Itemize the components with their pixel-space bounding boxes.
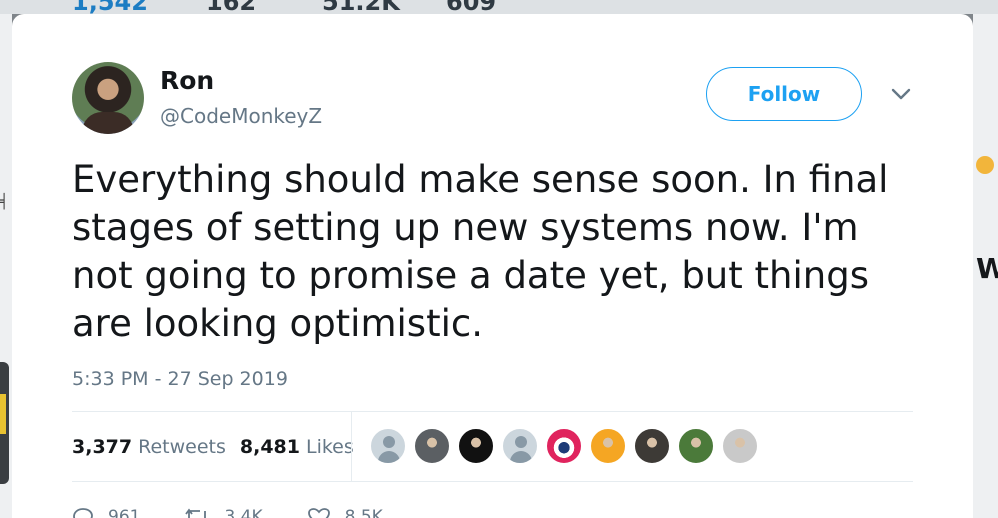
like-count: 8.5K [344,507,383,518]
stats-separator [351,412,352,481]
tweet-actions: 961 3.4K 8.5K [72,502,427,518]
liker-avatar-2[interactable] [413,427,451,465]
background-stat-likes: 609 [446,0,497,14]
background-stats-strip: 1,542 162 51.2K 609 [0,0,998,14]
divider-bottom [72,481,913,482]
retweet-icon [185,508,207,518]
author-name[interactable]: Ron [160,66,214,95]
likes-count: 8,481 [239,436,300,458]
background-left-glyph: ╡ [0,194,9,210]
retweet-count: 3.4K [224,507,263,518]
author-handle[interactable]: @CodeMonkeyZ [160,104,322,128]
liker-avatar-7[interactable] [633,427,671,465]
liker-avatar-1[interactable] [369,427,407,465]
background-right-letter: W [976,252,998,285]
reply-icon [73,508,93,518]
liker-avatar-4[interactable] [501,427,539,465]
chevron-down-icon[interactable] [890,86,912,102]
like-action[interactable]: 8.5K [307,507,383,518]
retweets-stat[interactable]: 3,377 Retweets [72,436,226,458]
author-avatar[interactable] [72,62,144,134]
liker-avatar-9[interactable] [721,427,759,465]
background-left-accent [0,394,6,434]
tweet-timestamp[interactable]: 5:33 PM - 27 Sep 2019 [72,368,288,390]
tweet-modal: Ron @CodeMonkeyZ Follow Everything shoul… [12,14,973,518]
avatar-shirt [82,112,134,134]
likers-avatar-list [369,427,765,465]
heart-icon [307,508,330,518]
liker-avatar-6[interactable] [589,427,627,465]
background-left-edge: ╡ [0,14,12,518]
reply-action[interactable]: 961 [72,507,140,518]
likes-label: Likes [305,436,354,458]
retweet-action[interactable]: 3.4K [184,507,263,518]
background-stat-following: 162 [206,0,257,14]
background-stat-followers: 51.2K [322,0,400,14]
retweets-label: Retweets [138,436,226,458]
background-emoji-icon [976,156,994,174]
liker-avatar-5[interactable] [545,427,583,465]
tweet-stats: 3,377 Retweets 8,481 Likes [72,433,368,461]
follow-button[interactable]: Follow [706,67,862,121]
likes-stat[interactable]: 8,481 Likes [240,436,354,458]
tweet-text: Everything should make sense soon. In fi… [72,158,889,345]
liker-avatar-3[interactable] [457,427,495,465]
background-right-edge: W [973,14,998,518]
divider-top [72,411,913,412]
background-stat-tweets: 1,542 [72,0,148,14]
reply-count: 961 [108,507,141,518]
liker-avatar-8[interactable] [677,427,715,465]
retweets-count: 3,377 [72,436,133,458]
